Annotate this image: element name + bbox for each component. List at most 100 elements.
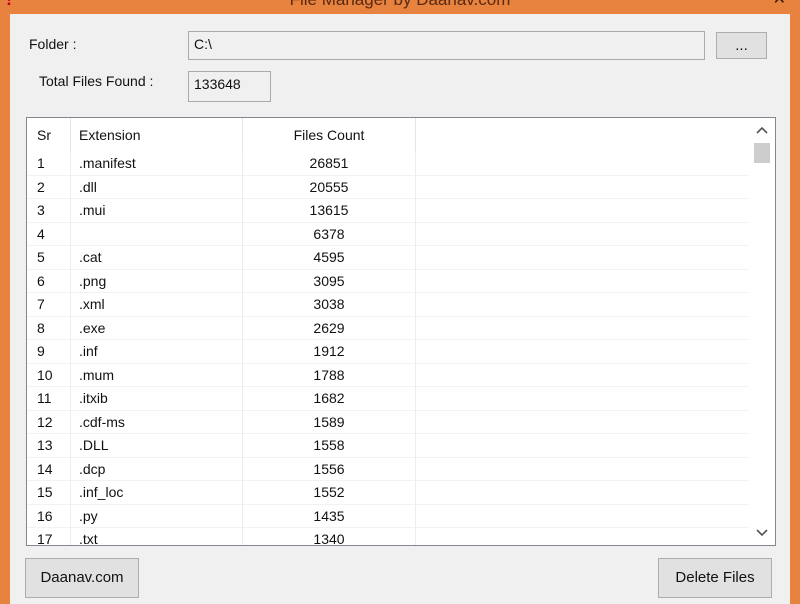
column-header-files-count[interactable]: Files Count bbox=[243, 118, 416, 152]
vertical-scrollbar[interactable] bbox=[749, 118, 775, 545]
total-files-field: 133648 bbox=[188, 71, 271, 102]
cell-sr: 9 bbox=[27, 340, 71, 364]
table-row[interactable]: 11 .itxib 1682 bbox=[27, 387, 749, 411]
table-row[interactable]: 7 .xml 3038 bbox=[27, 293, 749, 317]
cell-files-count: 20555 bbox=[243, 175, 416, 199]
cell-extension: .manifest bbox=[71, 152, 243, 176]
table-row[interactable]: 4 6378 bbox=[27, 222, 749, 246]
table-row[interactable]: 3 .mui 13615 bbox=[27, 199, 749, 223]
cell-files-count: 1552 bbox=[243, 481, 416, 505]
table-row[interactable]: 16 .py 1435 bbox=[27, 504, 749, 528]
cell-filler bbox=[416, 293, 749, 317]
cell-extension: .xml bbox=[71, 293, 243, 317]
cell-files-count: 4595 bbox=[243, 246, 416, 270]
column-header-sr[interactable]: Sr bbox=[27, 118, 71, 152]
scroll-up-icon[interactable] bbox=[749, 118, 775, 142]
cell-sr: 8 bbox=[27, 316, 71, 340]
column-header-extension[interactable]: Extension bbox=[71, 118, 243, 152]
cell-extension: .exe bbox=[71, 316, 243, 340]
table-row[interactable]: 8 .exe 2629 bbox=[27, 316, 749, 340]
cell-files-count: 3038 bbox=[243, 293, 416, 317]
browse-button[interactable]: ... bbox=[716, 32, 767, 59]
extension-table[interactable]: Sr Extension Files Count 1 .manifest 26851… bbox=[26, 117, 776, 546]
cell-extension: .py bbox=[71, 504, 243, 528]
table-row[interactable]: 17 .txt 1340 bbox=[27, 528, 749, 545]
cell-sr: 13 bbox=[27, 434, 71, 458]
scroll-thumb[interactable] bbox=[754, 143, 770, 163]
cell-sr: 4 bbox=[27, 222, 71, 246]
cell-files-count: 1788 bbox=[243, 363, 416, 387]
cell-sr: 15 bbox=[27, 481, 71, 505]
cell-sr: 12 bbox=[27, 410, 71, 434]
cell-sr: 10 bbox=[27, 363, 71, 387]
cell-filler bbox=[416, 411, 749, 434]
table-row[interactable]: 10 .mum 1788 bbox=[27, 363, 749, 387]
cell-filler bbox=[416, 505, 749, 528]
total-files-label: Total Files Found : bbox=[39, 73, 154, 89]
cell-extension: .dll bbox=[71, 175, 243, 199]
cell-files-count: 1340 bbox=[243, 528, 416, 545]
table-row[interactable]: 13 .DLL 1558 bbox=[27, 434, 749, 458]
cell-extension: .inf bbox=[71, 340, 243, 364]
cell-sr: 7 bbox=[27, 293, 71, 317]
table-row[interactable]: 14 .dcp 1556 bbox=[27, 457, 749, 481]
cell-sr: 1 bbox=[27, 152, 71, 176]
client-area: Folder : C:\ ... Total Files Found : 133… bbox=[10, 14, 790, 604]
cell-filler bbox=[416, 481, 749, 505]
table-header: Sr Extension Files Count bbox=[27, 118, 749, 152]
cell-filler bbox=[416, 434, 749, 458]
cell-filler bbox=[416, 246, 749, 270]
cell-extension: .png bbox=[71, 269, 243, 293]
folder-label: Folder : bbox=[29, 36, 77, 52]
cell-extension: .mum bbox=[71, 363, 243, 387]
delete-files-button[interactable]: Delete Files bbox=[658, 558, 772, 598]
cell-sr: 3 bbox=[27, 199, 71, 223]
cell-extension: .cat bbox=[71, 246, 243, 270]
cell-filler bbox=[416, 223, 749, 246]
table-row[interactable]: 9 .inf 1912 bbox=[27, 340, 749, 364]
cell-extension: .DLL bbox=[71, 434, 243, 458]
cell-filler bbox=[416, 387, 749, 411]
cell-filler bbox=[416, 317, 749, 340]
cell-sr: 17 bbox=[27, 528, 71, 545]
close-icon[interactable]: ✕ bbox=[773, 0, 786, 9]
cell-files-count: 2629 bbox=[243, 316, 416, 340]
cell-filler bbox=[416, 199, 749, 223]
cell-files-count: 1912 bbox=[243, 340, 416, 364]
cell-files-count: 26851 bbox=[243, 152, 416, 176]
cell-extension: .mui bbox=[71, 199, 243, 223]
table-body: 1 .manifest 26851 2 .dll 20555 3 .mui 13615 4 6378… bbox=[27, 152, 749, 545]
table-row[interactable]: 5 .cat 4595 bbox=[27, 246, 749, 270]
daanav-link-button[interactable]: Daanav.com bbox=[25, 558, 139, 598]
scroll-down-icon[interactable] bbox=[749, 521, 775, 545]
cell-files-count: 1589 bbox=[243, 410, 416, 434]
window-title: File Manager by Daanav.com bbox=[0, 0, 800, 10]
cell-filler bbox=[416, 458, 749, 481]
cell-sr: 6 bbox=[27, 269, 71, 293]
cell-extension: .dcp bbox=[71, 457, 243, 481]
cell-filler bbox=[416, 270, 749, 293]
cell-filler bbox=[416, 152, 749, 176]
cell-sr: 16 bbox=[27, 504, 71, 528]
cell-sr: 2 bbox=[27, 175, 71, 199]
cell-sr: 5 bbox=[27, 246, 71, 270]
app-window: ! File Manager by Daanav.com ✕ Folder : … bbox=[0, 0, 800, 604]
cell-filler bbox=[416, 528, 749, 545]
cell-files-count: 1556 bbox=[243, 457, 416, 481]
table-row[interactable]: 2 .dll 20555 bbox=[27, 175, 749, 199]
table-row[interactable]: 15 .inf_loc 1552 bbox=[27, 481, 749, 505]
cell-files-count: 13615 bbox=[243, 199, 416, 223]
cell-files-count: 1682 bbox=[243, 387, 416, 411]
cell-filler bbox=[416, 176, 749, 199]
cell-extension: .itxib bbox=[71, 387, 243, 411]
cell-files-count: 6378 bbox=[243, 222, 416, 246]
cell-files-count: 3095 bbox=[243, 269, 416, 293]
cell-extension bbox=[71, 222, 243, 246]
cell-files-count: 1558 bbox=[243, 434, 416, 458]
cell-files-count: 1435 bbox=[243, 504, 416, 528]
title-bar[interactable]: ! File Manager by Daanav.com ✕ bbox=[0, 0, 800, 14]
table-row[interactable]: 6 .png 3095 bbox=[27, 269, 749, 293]
table-row[interactable]: 1 .manifest 26851 bbox=[27, 152, 749, 176]
folder-path-field[interactable]: C:\ bbox=[188, 31, 705, 60]
table-row[interactable]: 12 .cdf-ms 1589 bbox=[27, 410, 749, 434]
